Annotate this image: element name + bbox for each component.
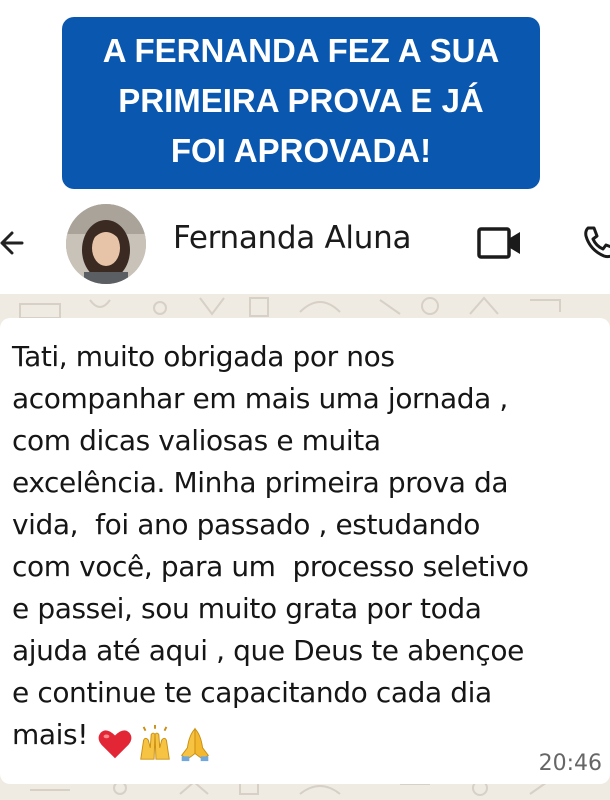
- message-timestamp: 20:46: [538, 751, 602, 776]
- avatar[interactable]: [66, 204, 146, 284]
- heart-emoji: [98, 730, 132, 759]
- message-body: Tati, muito obrigada por nos acompanhar …: [12, 336, 598, 764]
- contact-name[interactable]: Fernanda Aluna: [173, 220, 411, 256]
- back-arrow-icon[interactable]: [0, 223, 30, 263]
- announcement-banner: A FERNANDA FEZ A SUA PRIMEIRA PROVA E JÁ…: [62, 17, 540, 189]
- message-bubble[interactable]: Tati, muito obrigada por nos acompanhar …: [0, 318, 610, 784]
- message-text: Tati, muito obrigada por nos acompanhar …: [12, 340, 529, 751]
- folded-hands-emoji: [181, 727, 210, 762]
- emoji-row: [96, 722, 216, 764]
- chat-header: Fernanda Aluna: [0, 196, 610, 294]
- phone-icon[interactable]: [580, 222, 610, 262]
- video-call-icon[interactable]: [476, 226, 524, 260]
- banner-line-2: PRIMEIRA PROVA E JÁ: [118, 82, 484, 119]
- banner-line-3: FOI APROVADA!: [170, 132, 432, 169]
- raising-hands-emoji: [140, 725, 170, 760]
- avatar-photo: [66, 204, 146, 284]
- banner-line-1: A FERNANDA FEZ A SUA: [102, 32, 500, 69]
